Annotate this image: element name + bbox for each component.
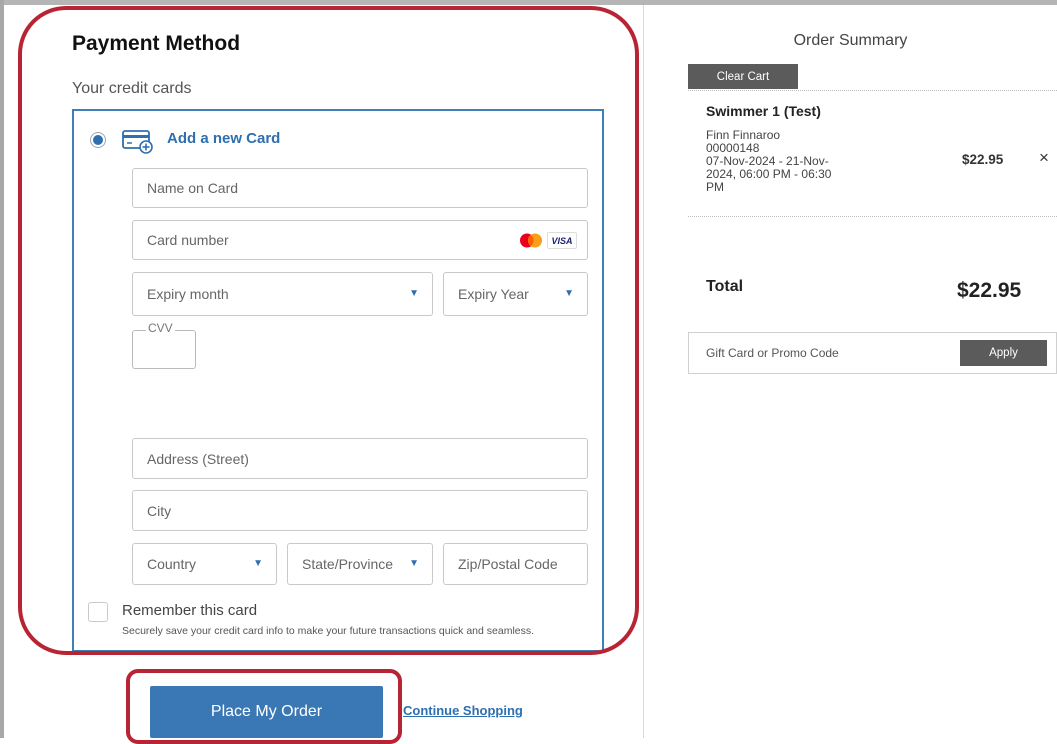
window-left-border bbox=[0, 0, 4, 738]
chevron-down-icon: ▼ bbox=[253, 557, 263, 569]
card-number-placeholder: Card number bbox=[147, 232, 229, 248]
country-select[interactable]: Country ▼ bbox=[132, 543, 277, 585]
state-province-select[interactable]: State/Province ▼ bbox=[287, 543, 433, 585]
clear-cart-button[interactable]: Clear Cart bbox=[688, 64, 798, 89]
remember-card-label[interactable]: Remember this card bbox=[122, 602, 257, 619]
continue-shopping-link[interactable]: Continue Shopping bbox=[403, 703, 523, 718]
chevron-down-icon: ▼ bbox=[564, 287, 574, 299]
add-new-card-label[interactable]: Add a new Card bbox=[167, 130, 280, 147]
cart-item-price: $22.95 bbox=[962, 152, 1004, 167]
chevron-down-icon: ▼ bbox=[409, 287, 419, 299]
remove-item-icon[interactable]: × bbox=[1039, 148, 1049, 168]
cart-item-details: Finn Finnaroo 00000148 07-Nov-2024 - 21-… bbox=[706, 129, 876, 194]
expiry-year-value: Expiry Year bbox=[458, 286, 529, 302]
payment-method-title: Payment Method bbox=[72, 32, 241, 55]
cvv-label: CVV bbox=[146, 321, 175, 335]
city-placeholder: City bbox=[147, 502, 172, 519]
total-value: $22.95 bbox=[957, 279, 1022, 302]
remember-card-help-text: Securely save your credit card info to m… bbox=[122, 625, 535, 637]
order-summary-title: Order Summary bbox=[793, 32, 908, 49]
name-on-card-field[interactable]: Name on Card bbox=[132, 168, 588, 208]
cart-item-time-end: PM bbox=[706, 180, 724, 194]
city-field[interactable]: City bbox=[132, 490, 588, 531]
card-number-field[interactable]: Card number VISA bbox=[132, 220, 588, 260]
expiry-month-value: Expiry month bbox=[147, 286, 229, 302]
zip-postal-code-field[interactable]: Zip/Postal Code bbox=[443, 543, 588, 585]
cart-item-dates-cont: 2024, 06:00 PM - 06:30 bbox=[706, 167, 832, 181]
column-divider bbox=[643, 5, 644, 738]
cart-item-name: Swimmer 1 (Test) bbox=[706, 103, 821, 119]
state-value: State/Province bbox=[302, 556, 394, 572]
window-top-border bbox=[0, 0, 1057, 5]
name-on-card-placeholder: Name on Card bbox=[147, 180, 239, 196]
add-card-radio[interactable] bbox=[90, 132, 106, 148]
mastercard-icon bbox=[519, 233, 543, 248]
promo-code-input[interactable]: Gift Card or Promo Code bbox=[706, 346, 839, 360]
summary-divider bbox=[688, 90, 1057, 91]
total-label: Total bbox=[706, 278, 744, 295]
expiry-year-select[interactable]: Expiry Year ▼ bbox=[443, 272, 588, 316]
visa-icon: VISA bbox=[547, 232, 577, 249]
add-card-icon bbox=[122, 128, 154, 154]
place-order-button[interactable]: Place My Order bbox=[150, 686, 383, 738]
zip-placeholder: Zip/Postal Code bbox=[458, 556, 558, 572]
cvv-field[interactable] bbox=[132, 330, 196, 369]
apply-promo-button[interactable]: Apply bbox=[960, 340, 1047, 366]
credit-cards-subtitle: Your credit cards bbox=[72, 80, 192, 97]
summary-divider bbox=[688, 216, 1057, 217]
chevron-down-icon: ▼ bbox=[409, 557, 419, 569]
address-placeholder: Address (Street) bbox=[147, 450, 249, 467]
country-value: Country bbox=[147, 556, 197, 572]
expiry-month-select[interactable]: Expiry month ▼ bbox=[132, 272, 433, 316]
remember-card-checkbox[interactable] bbox=[88, 602, 108, 622]
address-street-field[interactable]: Address (Street) bbox=[132, 438, 588, 479]
